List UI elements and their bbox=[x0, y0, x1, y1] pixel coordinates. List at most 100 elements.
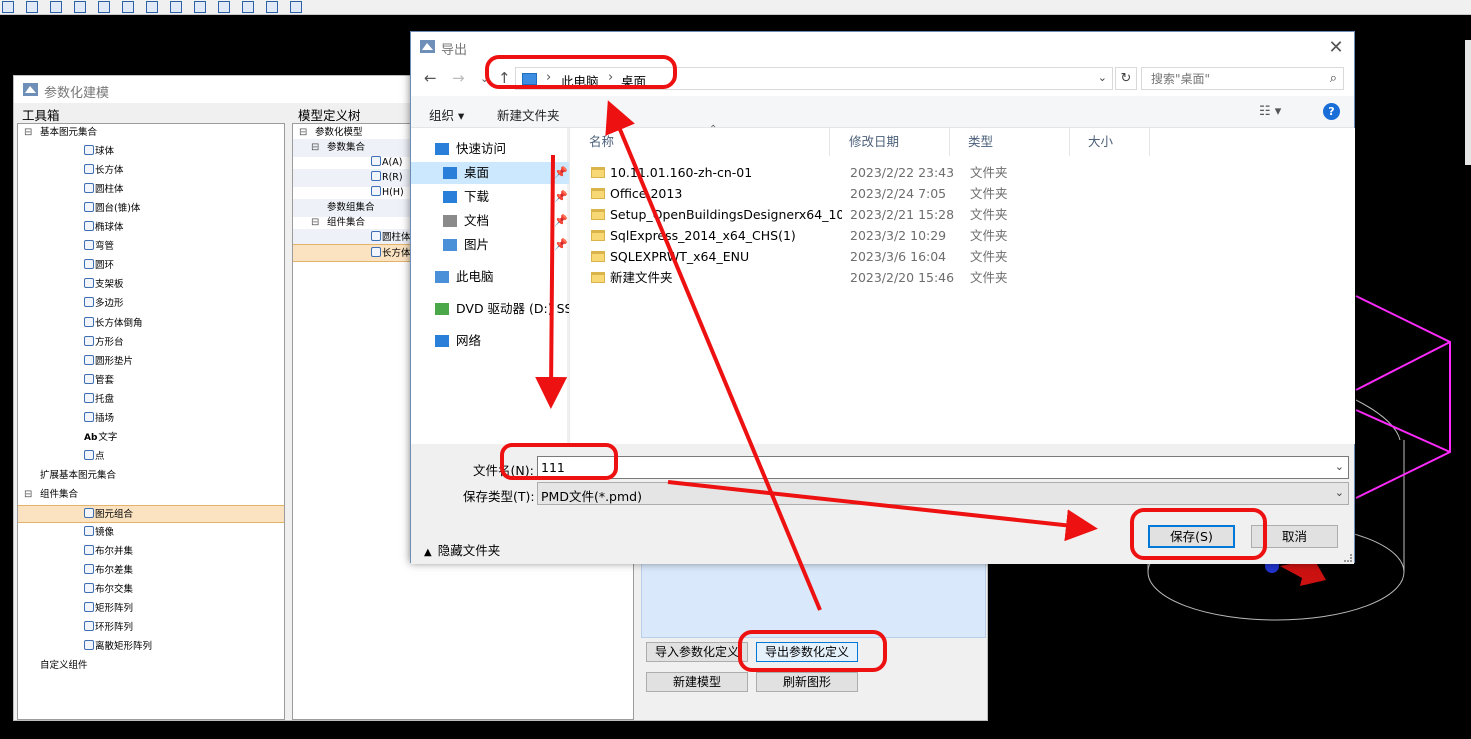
tree-item[interactable]: 多边形 bbox=[18, 295, 284, 313]
tree-item-label: H(H) bbox=[382, 187, 404, 198]
collapse-toggle-icon[interactable]: ⊟ bbox=[24, 128, 34, 138]
tree-item[interactable]: 矩形阵列 bbox=[18, 600, 284, 618]
cad-box-edges-3 bbox=[1355, 409, 1451, 453]
nav-item[interactable]: 文档 📌 bbox=[411, 210, 569, 232]
new-model-button[interactable]: 新建模型 bbox=[646, 672, 748, 692]
chevron-down-icon[interactable]: ⌄ bbox=[1335, 460, 1344, 473]
address-bar[interactable]: › 此电脑 › 桌面 ⌄ bbox=[515, 67, 1113, 90]
new-folder-button[interactable]: 新建文件夹 bbox=[497, 105, 560, 124]
column-type[interactable]: 类型 bbox=[950, 128, 1070, 156]
pin-icon[interactable]: 📌 bbox=[554, 210, 568, 232]
breadcrumb-desktop[interactable]: 桌面 bbox=[621, 71, 646, 90]
file-row[interactable]: 新建文件夹 2023/2/20 15:46 文件夹 bbox=[571, 267, 1355, 288]
tree-item[interactable]: 椭球体 bbox=[18, 219, 284, 237]
file-date: 2023/2/24 7:05 bbox=[850, 186, 947, 201]
search-input[interactable] bbox=[1142, 68, 1320, 89]
cancel-button[interactable]: 取消 bbox=[1251, 525, 1338, 548]
tree-item[interactable]: 圆柱体 bbox=[18, 181, 284, 199]
tree-item[interactable]: 镜像 bbox=[18, 524, 284, 542]
tree-item[interactable]: Ab文字 bbox=[18, 429, 284, 447]
nav-item[interactable]: 桌面 📌 bbox=[411, 162, 569, 184]
back-arrow-icon[interactable]: ← bbox=[424, 69, 437, 87]
tree-item[interactable]: 圆形垫片 bbox=[18, 353, 284, 371]
tree-item-label: 圆柱体 bbox=[382, 232, 411, 243]
tree-item[interactable]: ⊟ 组件集合 bbox=[18, 486, 284, 504]
tree-item[interactable]: 长方体 bbox=[18, 162, 284, 180]
view-options-icon[interactable]: ☷ ▾ bbox=[1259, 104, 1281, 119]
organize-menu[interactable]: 组织 ▾ bbox=[429, 105, 464, 124]
save-button[interactable]: 保存(S) bbox=[1148, 525, 1235, 548]
file-row[interactable]: SqlExpress_2014_x64_CHS(1) 2023/3/2 10:29… bbox=[571, 225, 1355, 246]
chevron-down-icon[interactable]: ⌄ bbox=[1098, 71, 1107, 84]
tree-item[interactable]: 圆环 bbox=[18, 257, 284, 275]
tree-item[interactable]: 长方体倒角 bbox=[18, 315, 284, 333]
filetype-select[interactable]: PMD文件(*.pmd) ⌄ bbox=[537, 482, 1349, 505]
pin-icon[interactable]: 📌 bbox=[554, 162, 568, 184]
column-name[interactable]: 名称 bbox=[571, 128, 830, 156]
tree-item[interactable]: 球体 bbox=[18, 143, 284, 161]
export-definition-button[interactable]: 导出参数化定义 bbox=[756, 642, 858, 662]
collapse-toggle-icon[interactable]: ⊟ bbox=[24, 489, 34, 500]
import-definition-button[interactable]: 导入参数化定义 bbox=[646, 642, 748, 662]
tree-item-label: 组件集合 bbox=[40, 488, 79, 500]
filename-field[interactable]: ⌄ bbox=[537, 456, 1349, 479]
close-icon[interactable]: ✕ bbox=[1326, 37, 1346, 58]
file-row[interactable]: 10.11.01.160-zh-cn-01 2023/2/22 23:43 文件夹 bbox=[571, 162, 1355, 183]
refresh-icon[interactable]: ↻ bbox=[1115, 67, 1137, 90]
column-date[interactable]: 修改日期 bbox=[831, 128, 950, 156]
search-icon: ⌕ bbox=[1329, 71, 1337, 86]
tree-item[interactable]: 离散矩形阵列 bbox=[18, 638, 284, 656]
nav-item[interactable]: 快速访问 bbox=[411, 138, 569, 160]
cad-scrollbar[interactable] bbox=[1465, 40, 1471, 165]
search-box[interactable]: ⌕ bbox=[1141, 67, 1344, 90]
tree-item[interactable]: ⊟ 基本图元集合 bbox=[18, 124, 284, 142]
tree-item[interactable]: 布尔交集 bbox=[18, 581, 284, 599]
column-size[interactable]: 大小 bbox=[1070, 128, 1150, 156]
tree-item[interactable]: 支架板 bbox=[18, 276, 284, 294]
tree-item[interactable]: 管套 bbox=[18, 372, 284, 390]
tree-item-label: 布尔并集 bbox=[95, 546, 134, 558]
forward-arrow-icon[interactable]: → bbox=[452, 69, 465, 87]
help-icon[interactable]: ? bbox=[1323, 103, 1340, 120]
refresh-graphics-button[interactable]: 刷新图形 bbox=[756, 672, 858, 692]
file-name: Office 2013 bbox=[610, 186, 683, 201]
collapse-toggle-icon[interactable]: ⊟ bbox=[299, 128, 309, 138]
shape-icon bbox=[84, 278, 94, 289]
recent-locations-icon[interactable]: ⌄ bbox=[480, 72, 489, 85]
computer-icon bbox=[435, 271, 449, 283]
hide-folders-toggle[interactable]: ▲ 隐藏文件夹 bbox=[424, 540, 500, 559]
nav-item[interactable]: 此电脑 bbox=[411, 266, 569, 288]
tree-item[interactable]: 扩展基本图元集合 bbox=[18, 467, 284, 485]
nav-item-label: 快速访问 bbox=[456, 141, 507, 156]
breadcrumb-this-pc[interactable]: 此电脑 bbox=[561, 71, 599, 90]
pin-icon[interactable]: 📌 bbox=[554, 186, 568, 208]
tree-item[interactable]: 托盘 bbox=[18, 391, 284, 409]
up-arrow-icon[interactable]: ↑ bbox=[498, 69, 511, 87]
filename-input[interactable] bbox=[538, 457, 1328, 478]
tree-item[interactable]: 布尔差集 bbox=[18, 562, 284, 580]
collapse-toggle-icon[interactable]: ⊟ bbox=[311, 218, 321, 228]
tree-item[interactable]: 插场 bbox=[18, 410, 284, 428]
nav-item[interactable]: 图片 📌 bbox=[411, 234, 569, 256]
resize-grip[interactable] bbox=[1344, 554, 1352, 562]
collapse-toggle-icon[interactable]: ⊟ bbox=[311, 143, 321, 153]
tree-item[interactable]: 圆台(锥)体 bbox=[18, 200, 284, 218]
nav-item[interactable]: 网络 bbox=[411, 330, 569, 352]
tree-item[interactable]: 弯管 bbox=[18, 238, 284, 256]
tree-item[interactable]: 自定义组件 bbox=[18, 657, 284, 675]
nav-item[interactable]: 下载 📌 bbox=[411, 186, 569, 208]
column-name-label: 名称 bbox=[589, 134, 615, 149]
file-row[interactable]: Office 2013 2023/2/24 7:05 文件夹 bbox=[571, 183, 1355, 204]
tree-item[interactable]: 布尔并集 bbox=[18, 543, 284, 561]
chevron-down-icon[interactable]: ⌄ bbox=[1335, 486, 1344, 499]
tree-item[interactable]: 环形阵列 bbox=[18, 619, 284, 637]
nav-item[interactable]: DVD 驱动器 (D:) SSS bbox=[411, 298, 569, 320]
tree-item-label: 球体 bbox=[95, 146, 115, 158]
file-row[interactable]: Setup_OpenBuildingsDesignerx64_10.... 202… bbox=[571, 204, 1355, 225]
file-row[interactable]: SQLEXPRWT_x64_ENU 2023/3/6 16:04 文件夹 bbox=[571, 246, 1355, 267]
tree-item[interactable]: 点 bbox=[18, 448, 284, 466]
tree-item[interactable]: 图元组合 bbox=[18, 505, 284, 523]
tree-item[interactable]: 方形台 bbox=[18, 334, 284, 352]
pin-icon[interactable]: 📌 bbox=[554, 234, 568, 256]
model-tree-label: 模型定义树 bbox=[298, 108, 361, 123]
